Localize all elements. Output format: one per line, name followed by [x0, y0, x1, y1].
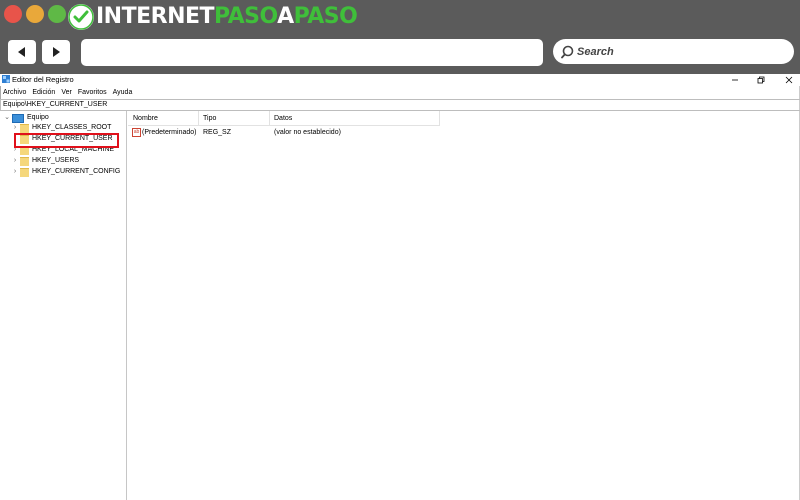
tree-key-classes-root[interactable]: › HKEY_CLASSES_ROOT	[10, 123, 111, 133]
folder-icon	[20, 156, 29, 166]
chevron-right-icon[interactable]: ›	[10, 167, 20, 177]
chevron-down-icon[interactable]: ⌄	[2, 113, 12, 123]
close-button[interactable]	[780, 74, 798, 86]
chevron-right-icon[interactable]: ›	[10, 123, 20, 133]
string-value-icon: ab	[132, 127, 141, 137]
tree-key-label: HKEY_CURRENT_CONFIG	[32, 168, 121, 175]
maximize-dot-icon[interactable]	[48, 5, 66, 23]
browser-chrome: INTERNETPASOAPASO Search	[0, 0, 800, 74]
forward-arrow-icon	[53, 47, 60, 57]
menu-favoritos[interactable]: Favoritos	[75, 87, 110, 99]
menu-archivo[interactable]: Archivo	[0, 87, 29, 99]
logo-part-2: PASO	[214, 4, 278, 29]
folder-icon	[20, 123, 29, 133]
back-button[interactable]	[8, 40, 36, 64]
close-dot-icon[interactable]	[4, 5, 22, 23]
checkmark-logo-icon	[68, 4, 94, 30]
folder-icon	[20, 167, 29, 177]
selection-highlight-box	[14, 133, 119, 148]
computer-icon	[12, 113, 24, 123]
list-row[interactable]: ab (Predeterminado) REG_SZ (valor no esta…	[128, 127, 528, 138]
column-divider[interactable]	[198, 111, 199, 125]
column-divider[interactable]	[439, 111, 440, 125]
search-box[interactable]: Search	[553, 39, 794, 64]
menu-edicion[interactable]: Edición	[29, 87, 58, 99]
tree-key-current-config[interactable]: › HKEY_CURRENT_CONFIG	[10, 167, 120, 177]
logo-part-3: A	[277, 4, 294, 29]
tree-root-equipo[interactable]: ⌄ Equipo	[2, 113, 49, 123]
row-data: (valor no establecido)	[274, 129, 341, 136]
column-header-datos[interactable]: Datos	[274, 114, 292, 123]
regedit-app-icon	[2, 75, 10, 83]
site-logo: INTERNETPASOAPASO	[68, 3, 358, 31]
row-name: (Predeterminado)	[142, 129, 197, 136]
minimize-dot-icon[interactable]	[26, 5, 44, 23]
restore-icon	[757, 76, 765, 84]
registry-tree: ⌄ Equipo › HKEY_CLASSES_ROOT › HKEY_CURR…	[0, 111, 126, 500]
row-name-cell: ab (Predeterminado)	[132, 127, 196, 138]
logo-part-1: INTERNET	[96, 4, 215, 29]
tree-key-label: HKEY_USERS	[32, 157, 80, 164]
tree-key-label: HKEY_CLASSES_ROOT	[32, 124, 112, 131]
logo-wordmark: INTERNETPASOAPASO	[96, 3, 358, 31]
pane-splitter[interactable]	[126, 111, 127, 500]
column-header-nombre[interactable]: Nombre	[133, 114, 158, 123]
close-icon	[785, 76, 793, 84]
list-header: Nombre Tipo Datos	[128, 111, 440, 126]
logo-part-4: PASO	[293, 4, 358, 29]
menu-ver[interactable]: Ver	[58, 87, 75, 99]
column-header-tipo[interactable]: Tipo	[203, 114, 216, 123]
tree-root-label: Equipo	[27, 114, 49, 121]
window-titlebar[interactable]: Editor del Registro	[0, 74, 800, 86]
values-list: Nombre Tipo Datos ab (Predeterminado) REG…	[128, 111, 800, 500]
column-divider[interactable]	[269, 111, 270, 125]
restore-button[interactable]	[752, 74, 770, 86]
menu-ayuda[interactable]: Ayuda	[110, 87, 136, 99]
tree-key-users[interactable]: › HKEY_USERS	[10, 156, 79, 166]
address-bar[interactable]	[81, 39, 543, 66]
row-type: REG_SZ	[203, 129, 232, 136]
registry-path-bar[interactable]: Equipo\HKEY_CURRENT_USER	[0, 99, 800, 111]
minimize-button[interactable]	[726, 74, 744, 86]
chevron-right-icon[interactable]: ›	[10, 156, 20, 166]
window-title: Editor del Registro	[12, 75, 74, 84]
forward-button[interactable]	[42, 40, 70, 64]
back-arrow-icon	[18, 47, 25, 57]
menu-bar: Archivo Edición Ver Favoritos Ayuda	[0, 87, 800, 99]
search-placeholder: Search	[577, 45, 614, 58]
search-icon	[561, 45, 574, 58]
minimize-icon	[732, 79, 738, 81]
